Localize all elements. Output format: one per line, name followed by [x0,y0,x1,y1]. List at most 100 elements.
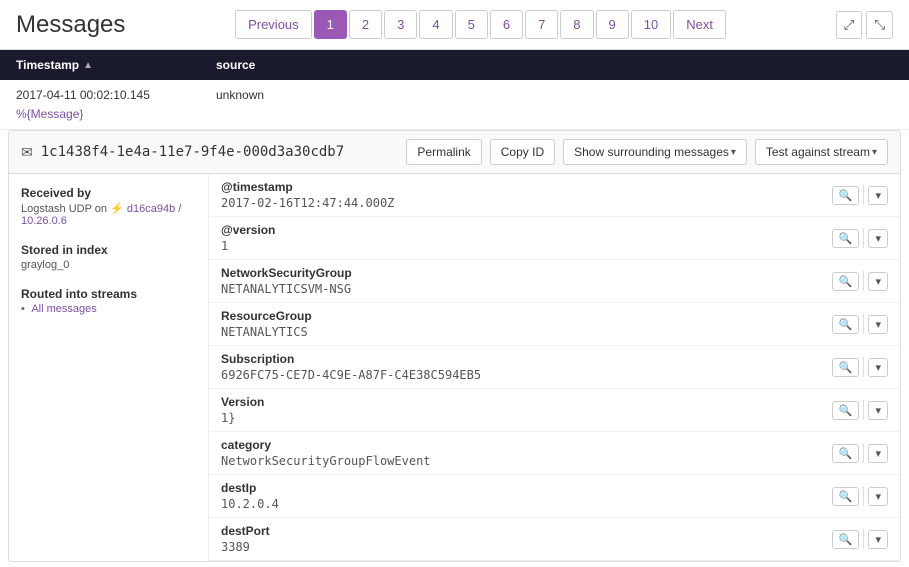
page-7-button[interactable]: 7 [525,10,558,39]
field-more-button[interactable]: ▾ [868,530,888,549]
page-title: Messages [16,11,125,39]
message-id-bar: ✉ 1c1438f4-1e4a-11e7-9f4e-000d3a30cdb7 P… [9,131,900,174]
surrounding-dropdown-arrow: ▾ [731,147,736,158]
field-content: destPort 3389 [221,524,832,554]
field-row: NetworkSecurityGroup NETANALYTICSVM-NSG … [209,260,900,303]
field-name: Version [221,395,832,409]
expand-controls: ⤢ ⤡ [836,11,893,39]
sort-icon[interactable]: ▲ [83,60,93,71]
field-action-separator [863,486,864,506]
field-actions: 🔍 ▾ [832,223,888,253]
message-detail: ✉ 1c1438f4-1e4a-11e7-9f4e-000d3a30cdb7 P… [8,130,901,562]
field-action-separator [863,271,864,291]
field-more-button[interactable]: ▾ [868,272,888,291]
field-search-button[interactable]: 🔍 [832,315,860,334]
message-id: 1c1438f4-1e4a-11e7-9f4e-000d3a30cdb7 [41,144,399,160]
field-name: Subscription [221,352,832,366]
page-5-button[interactable]: 5 [455,10,488,39]
page-2-button[interactable]: 2 [349,10,382,39]
field-content: @timestamp 2017-02-16T12:47:44.000Z [221,180,832,210]
field-action-separator [863,400,864,420]
field-action-separator [863,529,864,549]
received-by-section: Received by Logstash UDP on ⚡ d16ca94b /… [21,186,196,227]
field-actions: 🔍 ▾ [832,180,888,210]
field-actions: 🔍 ▾ [832,481,888,511]
field-content: Version 1} [221,395,832,425]
field-actions: 🔍 ▾ [832,524,888,554]
field-value: 2017-02-16T12:47:44.000Z [221,196,832,210]
field-search-button[interactable]: 🔍 [832,358,860,377]
page-1-button[interactable]: 1 [314,10,347,39]
streams-label: Routed into streams [21,287,196,301]
field-more-button[interactable]: ▾ [868,186,888,205]
field-search-button[interactable]: 🔍 [832,401,860,420]
message-link[interactable]: %{Message} [16,107,83,121]
test-stream-button[interactable]: Test against stream ▾ [755,139,888,165]
field-name: destPort [221,524,832,538]
field-value: 1} [221,411,832,425]
page-6-button[interactable]: 6 [490,10,523,39]
field-search-button[interactable]: 🔍 [832,272,860,291]
field-name: NetworkSecurityGroup [221,266,832,280]
all-messages-link[interactable]: All messages [31,303,96,315]
field-content: @version 1 [221,223,832,253]
field-name: destIp [221,481,832,495]
field-search-button[interactable]: 🔍 [832,444,860,463]
field-search-button[interactable]: 🔍 [832,186,860,205]
field-row: @version 1 🔍 ▾ [209,217,900,260]
field-actions: 🔍 ▾ [832,438,888,468]
received-by-label: Received by [21,186,196,200]
field-actions: 🔍 ▾ [832,266,888,296]
page-header: Messages Previous 1 2 3 4 5 6 7 8 9 10 N… [0,0,909,50]
field-value: 1 [221,239,832,253]
page-9-button[interactable]: 9 [596,10,629,39]
field-more-button[interactable]: ▾ [868,401,888,420]
field-value: 3389 [221,540,832,554]
field-content: NetworkSecurityGroup NETANALYTICSVM-NSG [221,266,832,296]
field-more-button[interactable]: ▾ [868,487,888,506]
copy-id-button[interactable]: Copy ID [490,139,555,165]
page-10-button[interactable]: 10 [631,10,671,39]
page-4-button[interactable]: 4 [419,10,452,39]
page-8-button[interactable]: 8 [560,10,593,39]
permalink-button[interactable]: Permalink [406,139,481,165]
field-row: category NetworkSecurityGroupFlowEvent 🔍… [209,432,900,475]
streams-section: Routed into streams • All messages [21,287,196,315]
streams-value: • All messages [21,303,196,315]
stored-value: graylog_0 [21,259,196,271]
field-action-separator [863,228,864,248]
field-row: Version 1} 🔍 ▾ [209,389,900,432]
field-value: NetworkSecurityGroupFlowEvent [221,454,832,468]
stored-label: Stored in index [21,243,196,257]
expand-button[interactable]: ⤢ [836,11,863,39]
field-more-button[interactable]: ▾ [868,229,888,248]
field-action-separator [863,443,864,463]
envelope-icon: ✉ [21,144,33,161]
fields-panel: @timestamp 2017-02-16T12:47:44.000Z 🔍 ▾ … [209,174,900,561]
field-actions: 🔍 ▾ [832,395,888,425]
field-action-separator [863,357,864,377]
message-timestamp: 2017-04-11 00:02:10.145 [16,88,200,102]
field-name: @timestamp [221,180,832,194]
message-source: unknown [216,88,264,102]
prev-button[interactable]: Previous [235,10,312,39]
field-search-button[interactable]: 🔍 [832,530,860,549]
field-more-button[interactable]: ▾ [868,315,888,334]
field-search-button[interactable]: 🔍 [832,229,860,248]
timestamp-column-header: Timestamp ▲ [16,58,216,72]
page-3-button[interactable]: 3 [384,10,417,39]
message-body: Received by Logstash UDP on ⚡ d16ca94b /… [9,174,900,561]
source-column-header: source [216,58,893,72]
field-name: @version [221,223,832,237]
field-more-button[interactable]: ▾ [868,444,888,463]
field-search-button[interactable]: 🔍 [832,487,860,506]
surrounding-messages-button[interactable]: Show surrounding messages ▾ [563,139,747,165]
message-row: 2017-04-11 00:02:10.145 unknown %{Messag… [0,80,909,130]
message-sidebar: Received by Logstash UDP on ⚡ d16ca94b /… [9,174,209,561]
test-stream-dropdown-arrow: ▾ [872,147,877,158]
message-meta: 2017-04-11 00:02:10.145 unknown [16,88,893,102]
collapse-button[interactable]: ⤡ [866,11,893,39]
next-button[interactable]: Next [673,10,726,39]
table-header: Timestamp ▲ source [0,50,909,80]
field-more-button[interactable]: ▾ [868,358,888,377]
